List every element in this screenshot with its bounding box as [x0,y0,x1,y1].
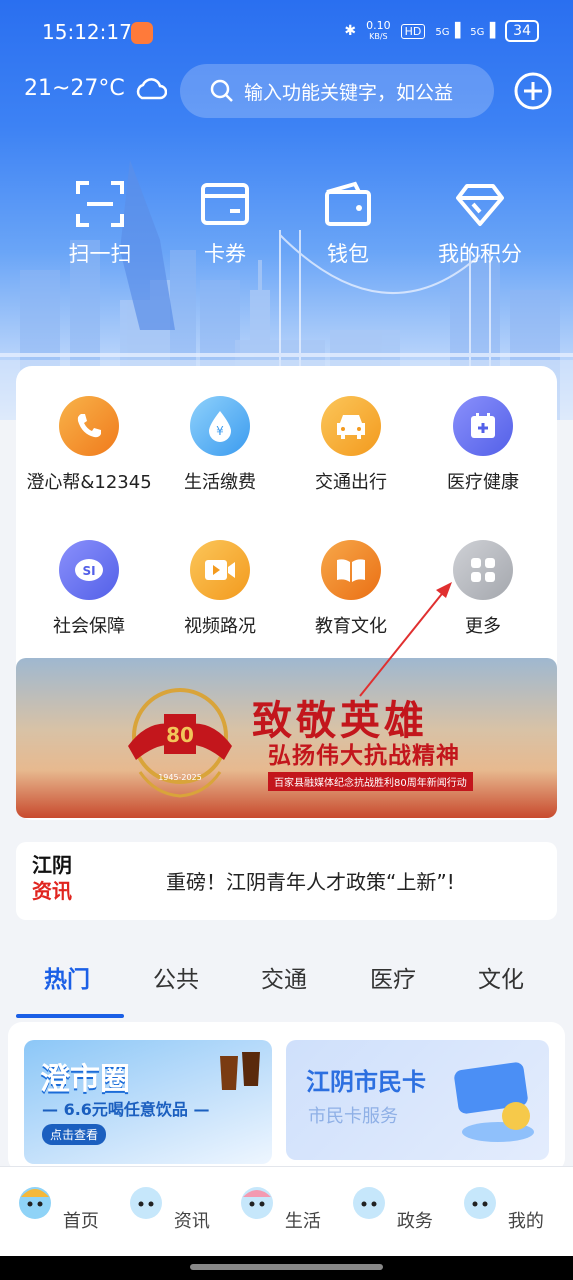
wallet-icon [325,181,371,226]
tab-culture[interactable]: 文化 [478,960,524,994]
anniversary-emblem: 80 1945-2025 [128,688,232,798]
promo-citizen-card[interactable]: 江阴市民卡 市民卡服务 [286,1040,549,1160]
search-icon [210,79,233,102]
home-gesture-pill[interactable] [190,1264,383,1270]
service-transport[interactable]: 交通出行 [281,396,421,494]
water-drop-icon: ¥ [209,411,231,442]
jiangyin-news-logo: 江阴 资讯 [32,853,72,903]
system-navigation-bar [0,1256,573,1280]
news-ticker[interactable]: 江阴 资讯 重磅！江阴青年人才政策“上新”! [16,842,557,920]
service-12345[interactable]: 澄心帮&12345 [19,396,159,494]
search-bar[interactable]: 输入功能关键字，如公益 [180,64,494,118]
banner-caption: 百家县融媒体纪念抗战胜利80周年新闻行动 [268,772,473,791]
svg-text:1945-2025: 1945-2025 [158,773,202,782]
svg-text:¥: ¥ [216,424,224,438]
search-placeholder: 输入功能关键字，如公益 [244,81,454,104]
nav-news[interactable]: 资讯 [122,1179,212,1233]
social-security-icon: SI [75,559,103,581]
bottom-navigation: 首页 资讯 生活 政务 我的 [0,1166,573,1256]
network-speed: 0.10 KB/S [366,18,391,41]
service-education[interactable]: 教育文化 [281,540,421,638]
status-bar: 15:12:17 ✱ 0.10 KB/S HD 5G▐ 5G▐ 34 [0,0,573,64]
cloud-icon [136,77,167,99]
service-healthcare[interactable]: 医疗健康 [413,396,553,494]
active-tab-indicator [16,1014,124,1018]
nav-government[interactable]: 政务 [345,1179,435,1233]
diamond-icon [456,184,504,226]
quick-points[interactable]: 我的积分 [420,180,540,268]
bluetooth-icon: ✱ [344,23,357,39]
life-mascot-icon [241,1187,274,1219]
quick-scan[interactable]: 扫一扫 [50,180,150,268]
book-icon [337,559,365,582]
nav-mine[interactable]: 我的 [456,1179,546,1233]
service-social-security[interactable]: SI 社会保障 [19,540,159,638]
view-button[interactable]: 点击查看 [42,1124,107,1145]
notification-app-icon [131,22,153,44]
nav-life[interactable]: 生活 [233,1179,323,1233]
news-mascot-icon [130,1187,163,1219]
tab-traffic[interactable]: 交通 [261,960,307,994]
signal-icon-1: 5G▐ [435,23,461,39]
weather-widget[interactable]: 21~27°C [24,76,167,101]
service-utility-bills[interactable]: ¥ 生活缴费 [150,396,290,494]
svg-text:80: 80 [166,723,194,747]
hd-icon: HD [400,23,426,39]
feed-panel: 澄市圈 — 6.6元喝任意饮品 — 点击查看 江阴市民卡 市民卡服务 [8,1022,565,1172]
status-time: 15:12:17 [42,20,132,44]
card-icon [201,183,249,225]
svg-text:SI: SI [82,564,95,578]
home-mascot-icon [19,1187,52,1219]
signal-icon-2: 5G▐ [470,23,496,39]
news-headline[interactable]: 重磅！江阴青年人才政策“上新”! [166,866,455,895]
category-tabs: 热门 公共 交通 医疗 文化 [0,950,573,1020]
government-mascot-icon [353,1187,386,1219]
service-more[interactable]: 更多 [413,540,553,638]
promo-banner[interactable]: 80 1945-2025 致敬英雄 弘扬伟大抗战精神 百家县融媒体纪念抗战胜利8… [16,658,557,818]
service-video-traffic[interactable]: 视频路况 [150,540,290,638]
tab-public[interactable]: 公共 [153,960,199,994]
phone-icon [77,414,101,438]
citizen-card-icon [454,1062,534,1142]
grid-icon [471,558,495,582]
promo-chengshiquan[interactable]: 澄市圈 — 6.6元喝任意饮品 — 点击查看 [24,1040,272,1164]
battery-icon: 34 [505,20,539,42]
temperature-range: 21~27°C [24,76,125,101]
drink-cups-icon [220,1052,260,1090]
nav-home[interactable]: 首页 [11,1179,101,1233]
tab-medical[interactable]: 医疗 [370,960,416,994]
quick-wallet[interactable]: 钱包 [298,180,398,268]
video-icon [205,560,235,580]
banner-subtitle: 弘扬伟大抗战精神 [268,743,460,769]
calendar-plus-icon [471,413,495,438]
car-icon [337,415,365,439]
quick-card[interactable]: 卡券 [175,180,275,268]
mine-mascot-icon [464,1187,497,1219]
add-icon[interactable] [513,71,553,111]
scan-icon [76,181,124,227]
tab-hot[interactable]: 热门 [44,960,90,994]
